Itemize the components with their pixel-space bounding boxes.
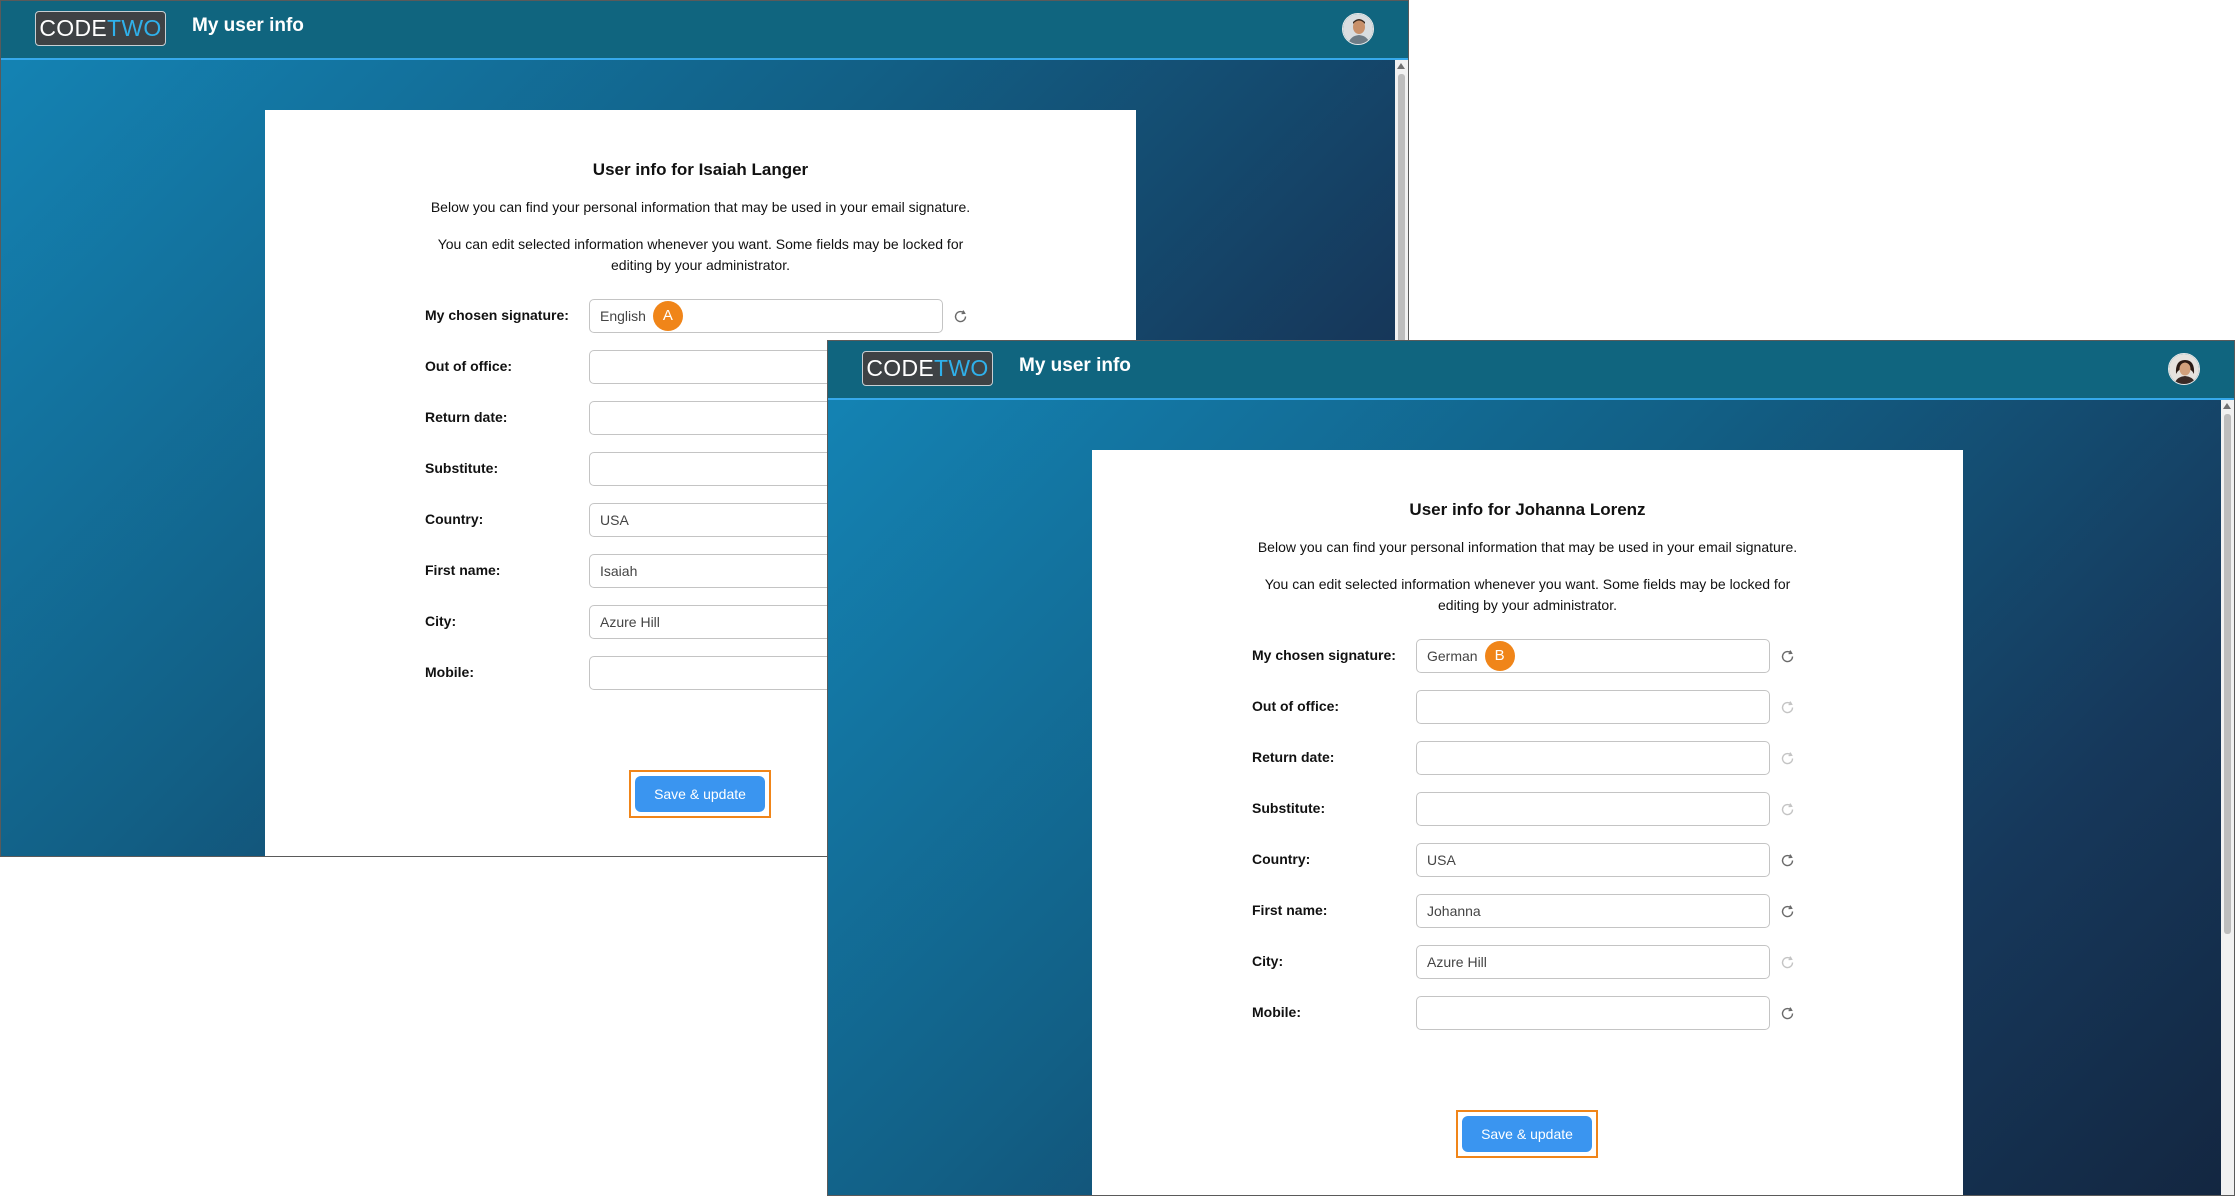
first-name-field[interactable]: Johanna [1416,894,1770,928]
reset-icon[interactable] [1779,852,1796,869]
country-field[interactable]: USA [1416,843,1770,877]
field-label-substitute: Substitute: [425,460,499,476]
mobile-field[interactable] [1416,996,1770,1030]
field-label-mobile: Mobile: [1252,1004,1301,1020]
save-button-highlight: Save & update [1456,1110,1598,1158]
app-title: My user info [1019,355,1131,376]
city-field[interactable]: Azure Hill [1416,945,1770,979]
chosen-signature-field[interactable]: German B [1416,639,1770,673]
card-intro-text: Below you can find your personal informa… [1257,539,1798,555]
user-avatar[interactable] [2168,353,2200,385]
reset-icon[interactable] [1779,903,1796,920]
codetwo-logo[interactable]: CODETWO [35,11,166,46]
card-note-text: You can edit selected information whenev… [1264,576,1791,613]
app-title: My user info [192,15,304,36]
return-date-field[interactable] [1416,741,1770,775]
chosen-signature-value: English [600,308,646,324]
save-button-highlight: Save & update [629,770,771,818]
codetwo-logo[interactable]: CODETWO [862,351,993,386]
field-label-city: City: [1252,953,1284,969]
chosen-signature-field[interactable]: English A [589,299,943,333]
logo-code-text: CODE [39,15,108,41]
field-label-out-of-office: Out of office: [425,358,513,374]
app-header: CODETWO My user info [828,341,2234,400]
reset-icon[interactable] [952,308,969,325]
field-label-first-name: First name: [425,562,501,578]
logo-code-text: CODE [866,355,935,381]
card-title: User info for Isaiah Langer [592,160,809,179]
field-label-country: Country: [1252,851,1311,867]
reset-icon-disabled [1779,954,1796,971]
field-label-city: City: [425,613,457,629]
callout-badge-b: B [1484,641,1515,671]
reset-icon-disabled [1779,699,1796,716]
out-of-office-field[interactable] [1416,690,1770,724]
card-note-text: You can edit selected information whenev… [437,236,964,273]
page-scrollbar[interactable] [2221,400,2234,1195]
field-label-chosen-signature: My chosen signature: [1252,647,1396,663]
substitute-field[interactable] [1416,792,1770,826]
field-label-return-date: Return date: [1252,749,1335,765]
scrollbar-thumb[interactable] [2224,414,2231,934]
user-avatar[interactable] [1342,13,1374,45]
reset-icon[interactable] [1779,1005,1796,1022]
chosen-signature-value: German [1427,648,1478,664]
field-label-substitute: Substitute: [1252,800,1326,816]
field-label-first-name: First name: [1252,902,1328,918]
logo-two-text: TWO [107,15,162,41]
save-update-button[interactable]: Save & update [635,776,765,812]
field-label-return-date: Return date: [425,409,508,425]
logo-two-text: TWO [934,355,989,381]
card-intro-text: Below you can find your personal informa… [430,199,971,215]
reset-icon-disabled [1779,750,1796,767]
field-label-mobile: Mobile: [425,664,474,680]
save-update-button[interactable]: Save & update [1462,1116,1592,1152]
reset-icon-disabled [1779,801,1796,818]
field-label-chosen-signature: My chosen signature: [425,307,569,323]
callout-badge-a: A [652,301,683,331]
app-header: CODETWO My user info [1,1,1408,60]
field-label-country: Country: [425,511,484,527]
card-title: User info for Johanna Lorenz [1409,500,1646,519]
field-label-out-of-office: Out of office: [1252,698,1340,714]
user-info-window-johanna: CODETWO My user info User info for Johan… [827,340,2235,1196]
scroll-up-arrow-icon[interactable] [2223,403,2231,409]
reset-icon[interactable] [1779,648,1796,665]
user-info-card: User info for Johanna Lorenz Below you c… [1092,450,1963,1195]
scroll-up-arrow-icon[interactable] [1397,63,1405,69]
